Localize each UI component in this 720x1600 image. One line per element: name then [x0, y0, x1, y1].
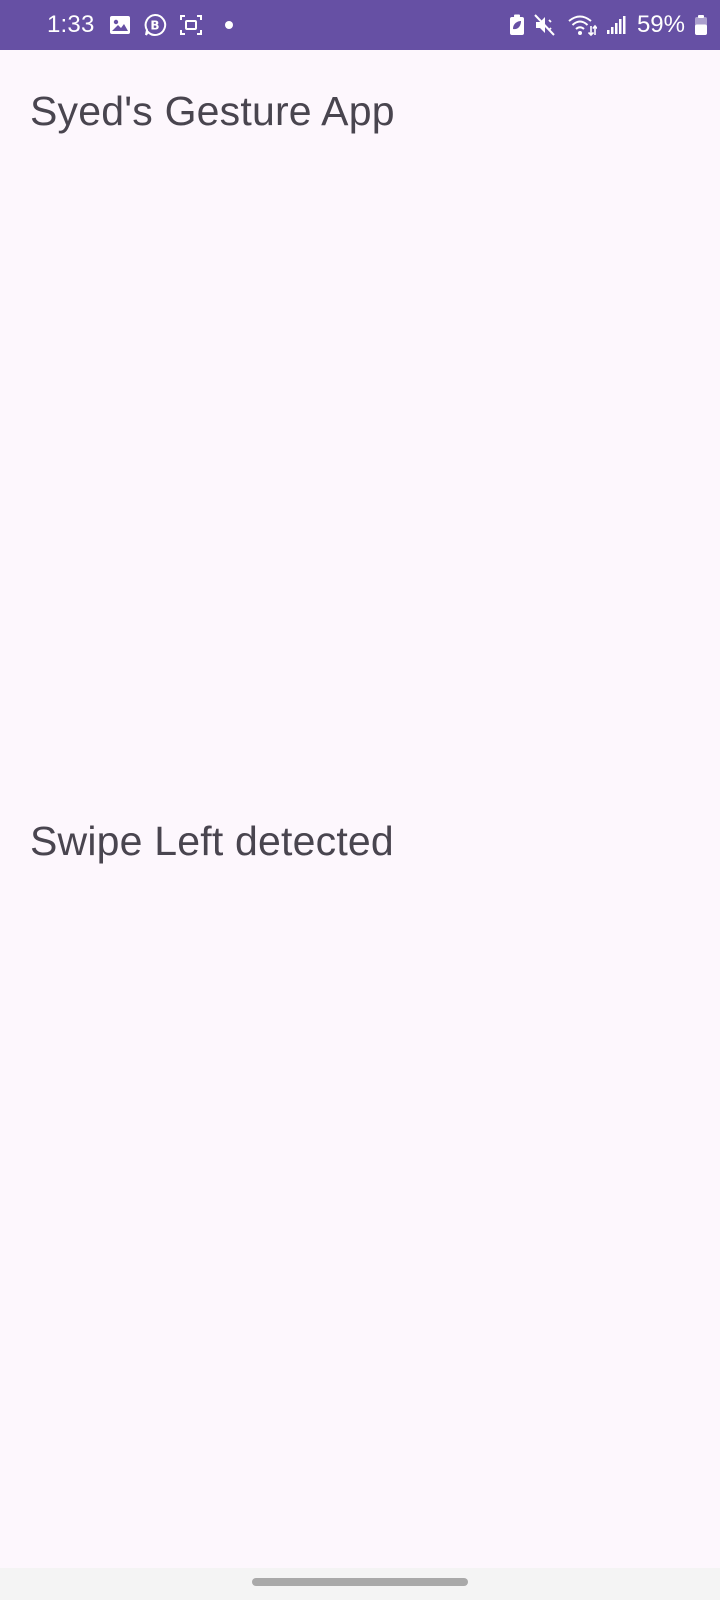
screen-capture-icon [179, 14, 203, 36]
wifi-icon [567, 13, 597, 37]
status-time: 1:33 [47, 11, 95, 38]
home-gesture-handle[interactable] [252, 1578, 468, 1586]
app-title: Syed's Gesture App [30, 88, 395, 134]
battery-percent: 59% [636, 11, 685, 38]
status-right-group: 59% [509, 0, 708, 50]
mute-icon [534, 14, 558, 36]
battery-saver-icon [509, 14, 525, 36]
status-left-group: 1:33 B [47, 0, 233, 50]
status-bar: 1:33 B 59% [0, 0, 720, 50]
gallery-icon [109, 15, 131, 35]
notification-dot-icon [224, 21, 233, 29]
svg-text:B: B [150, 19, 159, 33]
business-b-icon: B [143, 13, 167, 37]
gesture-status-text: Swipe Left detected [30, 818, 394, 864]
signal-icon [606, 15, 626, 35]
battery-icon [694, 14, 708, 36]
navigation-bar [0, 1568, 720, 1600]
